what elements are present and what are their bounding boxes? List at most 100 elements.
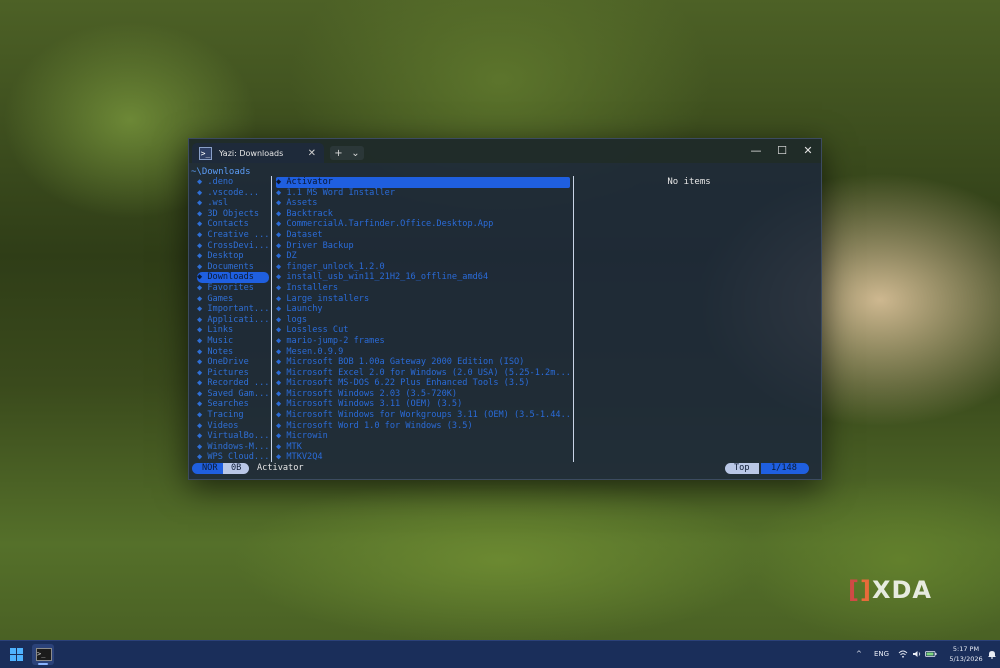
parent-list-item[interactable]: ◆ Creative ...: [197, 230, 269, 241]
parent-list-item[interactable]: ◆ Applicati...: [197, 315, 269, 326]
folder-icon: ◆: [197, 282, 208, 293]
file-list-item[interactable]: ◆ DZ: [276, 251, 570, 262]
parent-list-item[interactable]: ◆ Contacts: [197, 219, 269, 230]
item-label: Favorites: [207, 282, 254, 293]
file-list-item[interactable]: ◆ Microsoft MS-DOS 6.22 Plus Enhanced To…: [276, 378, 570, 389]
file-list-item[interactable]: ◆ logs: [276, 315, 570, 326]
plus-icon[interactable]: +: [334, 148, 342, 159]
file-list-item[interactable]: ◆ Mesen.0.9.9: [276, 347, 570, 358]
folder-icon: ◆: [197, 198, 208, 209]
folder-icon: ◆: [197, 399, 208, 410]
file-list-item[interactable]: ◆ Microsoft Word 1.0 for Windows (3.5): [276, 421, 570, 432]
parent-list-item[interactable]: ◆ VirtualBo...: [197, 431, 269, 442]
maximize-button[interactable]: ☐: [769, 143, 795, 159]
parent-list-item[interactable]: ◆ Saved Gam...: [197, 389, 269, 400]
parent-list-item[interactable]: ◆ Important...: [197, 304, 269, 315]
item-label: Activator: [286, 177, 333, 187]
parent-list-item[interactable]: ◆ Favorites: [197, 283, 269, 294]
mode-indicator: NOR: [192, 463, 226, 474]
volume-icon[interactable]: [912, 641, 922, 668]
item-label: Microsoft Excel 2.0 for Windows (2.0 USA…: [286, 367, 570, 378]
file-list-item[interactable]: ◆ MTK: [276, 442, 570, 453]
system-clock[interactable]: 5:17 PM 5/13/2026: [946, 644, 986, 664]
folder-icon: ◆: [276, 293, 287, 304]
file-list-item[interactable]: ◆ 1.1 MS Word Installer: [276, 188, 570, 199]
folder-icon: ◆: [276, 282, 287, 293]
folder-icon: ◆: [276, 431, 287, 442]
file-list-item[interactable]: ◆ CommercialA.Tarfinder.Office.Desktop.A…: [276, 219, 570, 230]
parent-list-item[interactable]: ◆ 3D Objects: [197, 209, 269, 220]
close-tab-icon[interactable]: ✕: [308, 148, 316, 159]
file-list-item[interactable]: ◆ Microsoft BOB 1.00a Gateway 2000 Editi…: [276, 357, 570, 368]
folder-icon: ◆: [197, 410, 208, 421]
preview-pane: No items: [667, 177, 711, 187]
pane-divider: [271, 176, 272, 462]
item-label: 1.1 MS Word Installer: [286, 187, 396, 198]
yazi-terminal: ~\Downloads ◆ .deno ◆ .vscode... ◆ .wsl ◆ 3…: [189, 163, 821, 479]
parent-list-item[interactable]: ◆ Games: [197, 294, 269, 305]
battery-icon[interactable]: [925, 641, 937, 668]
parent-list-item[interactable]: ◆ Documents: [197, 262, 269, 273]
file-list-item[interactable]: ◆ mario-jump-2 frames: [276, 336, 570, 347]
item-label: Installers: [286, 282, 339, 293]
file-list-item[interactable]: ◆ Dataset: [276, 230, 570, 241]
parent-list-item[interactable]: ◆ Downloads: [197, 272, 269, 283]
notification-icon[interactable]: [988, 641, 996, 668]
file-list-item[interactable]: ◆ Installers: [276, 283, 570, 294]
item-label: Recorded ...: [207, 378, 269, 389]
item-label: .vscode...: [207, 187, 260, 198]
folder-icon: ◆: [276, 229, 287, 240]
close-window-button[interactable]: ✕: [795, 143, 821, 159]
item-label: Pictures: [207, 367, 249, 378]
file-list-item[interactable]: ◆ Launchy: [276, 304, 570, 315]
start-icon[interactable]: [10, 648, 23, 661]
item-label: Downloads: [207, 272, 254, 283]
parent-list-item[interactable]: ◆ Videos: [197, 421, 269, 432]
file-list-item[interactable]: ◆ Assets: [276, 198, 570, 209]
file-list-item[interactable]: ◆ Driver Backup: [276, 241, 570, 252]
item-label: Microsoft Word 1.0 for Windows (3.5): [286, 420, 473, 431]
parent-list-item[interactable]: ◆ OneDrive: [197, 357, 269, 368]
title-bar: >_ Yazi: Downloads ✕ + ⌄ — ☐ ✕: [189, 139, 821, 163]
taskbar-terminal-button[interactable]: >_: [32, 644, 54, 665]
folder-icon: ◆: [276, 219, 287, 230]
file-list-item[interactable]: ◆ Microsoft Windows 3.11 (OEM) (3.5): [276, 399, 570, 410]
parent-list-item[interactable]: ◆ Music: [197, 336, 269, 347]
chevron-down-icon[interactable]: ⌄: [351, 148, 359, 159]
folder-icon: ◆: [197, 388, 208, 399]
parent-list-item[interactable]: ◆ .deno: [197, 177, 269, 188]
parent-list-item[interactable]: ◆ Desktop: [197, 251, 269, 262]
file-list-item[interactable]: ◆ finger_unlock_1.2.0: [276, 262, 570, 273]
item-label: Microsoft BOB 1.00a Gateway 2000 Edition…: [286, 357, 525, 368]
parent-list-item[interactable]: ◆ CrossDevi...: [197, 241, 269, 252]
file-list-item[interactable]: ◆ Backtrack: [276, 209, 570, 220]
folder-icon: ◆: [276, 198, 287, 209]
parent-list-item[interactable]: ◆ Windows-M...: [197, 442, 269, 453]
file-list-item[interactable]: ◆ Microsoft Windows for Workgroups 3.11 …: [276, 410, 570, 421]
minimize-button[interactable]: —: [743, 143, 769, 159]
folder-icon: ◆: [276, 357, 287, 368]
parent-list-item[interactable]: ◆ Tracing: [197, 410, 269, 421]
file-list-item[interactable]: ◆ Lossless Cut: [276, 325, 570, 336]
parent-list-item[interactable]: ◆ Searches: [197, 399, 269, 410]
file-list-item[interactable]: ◆ install_usb_win11_21H2_16_offline_amd6…: [276, 272, 570, 283]
parent-list-item[interactable]: ◆ Notes: [197, 347, 269, 358]
file-list-item[interactable]: ◆ Microsoft Excel 2.0 for Windows (2.0 U…: [276, 368, 570, 379]
parent-list-item[interactable]: ◆ Recorded ...: [197, 378, 269, 389]
file-list-item[interactable]: ◆ Activator: [276, 177, 570, 188]
file-list-item[interactable]: ◆ Microwin: [276, 431, 570, 442]
file-list-item[interactable]: ◆ Large installers: [276, 294, 570, 305]
wifi-icon[interactable]: [898, 641, 908, 668]
folder-icon: ◆: [197, 219, 208, 230]
tray-chevron-icon[interactable]: ^: [856, 641, 862, 668]
parent-list-item[interactable]: ◆ Pictures: [197, 368, 269, 379]
item-label: Backtrack: [286, 208, 333, 219]
item-label: MTK: [286, 441, 302, 452]
parent-list-item[interactable]: ◆ .vscode...: [197, 188, 269, 199]
file-list-item[interactable]: ◆ Microsoft Windows 2.03 (3.5-720K): [276, 389, 570, 400]
item-label: mario-jump-2 frames: [286, 335, 385, 346]
parent-list-item[interactable]: ◆ Links: [197, 325, 269, 336]
tab-yazi-downloads[interactable]: >_ Yazi: Downloads ✕: [192, 143, 324, 163]
language-indicator[interactable]: ENG: [874, 641, 889, 668]
parent-list-item[interactable]: ◆ .wsl: [197, 198, 269, 209]
